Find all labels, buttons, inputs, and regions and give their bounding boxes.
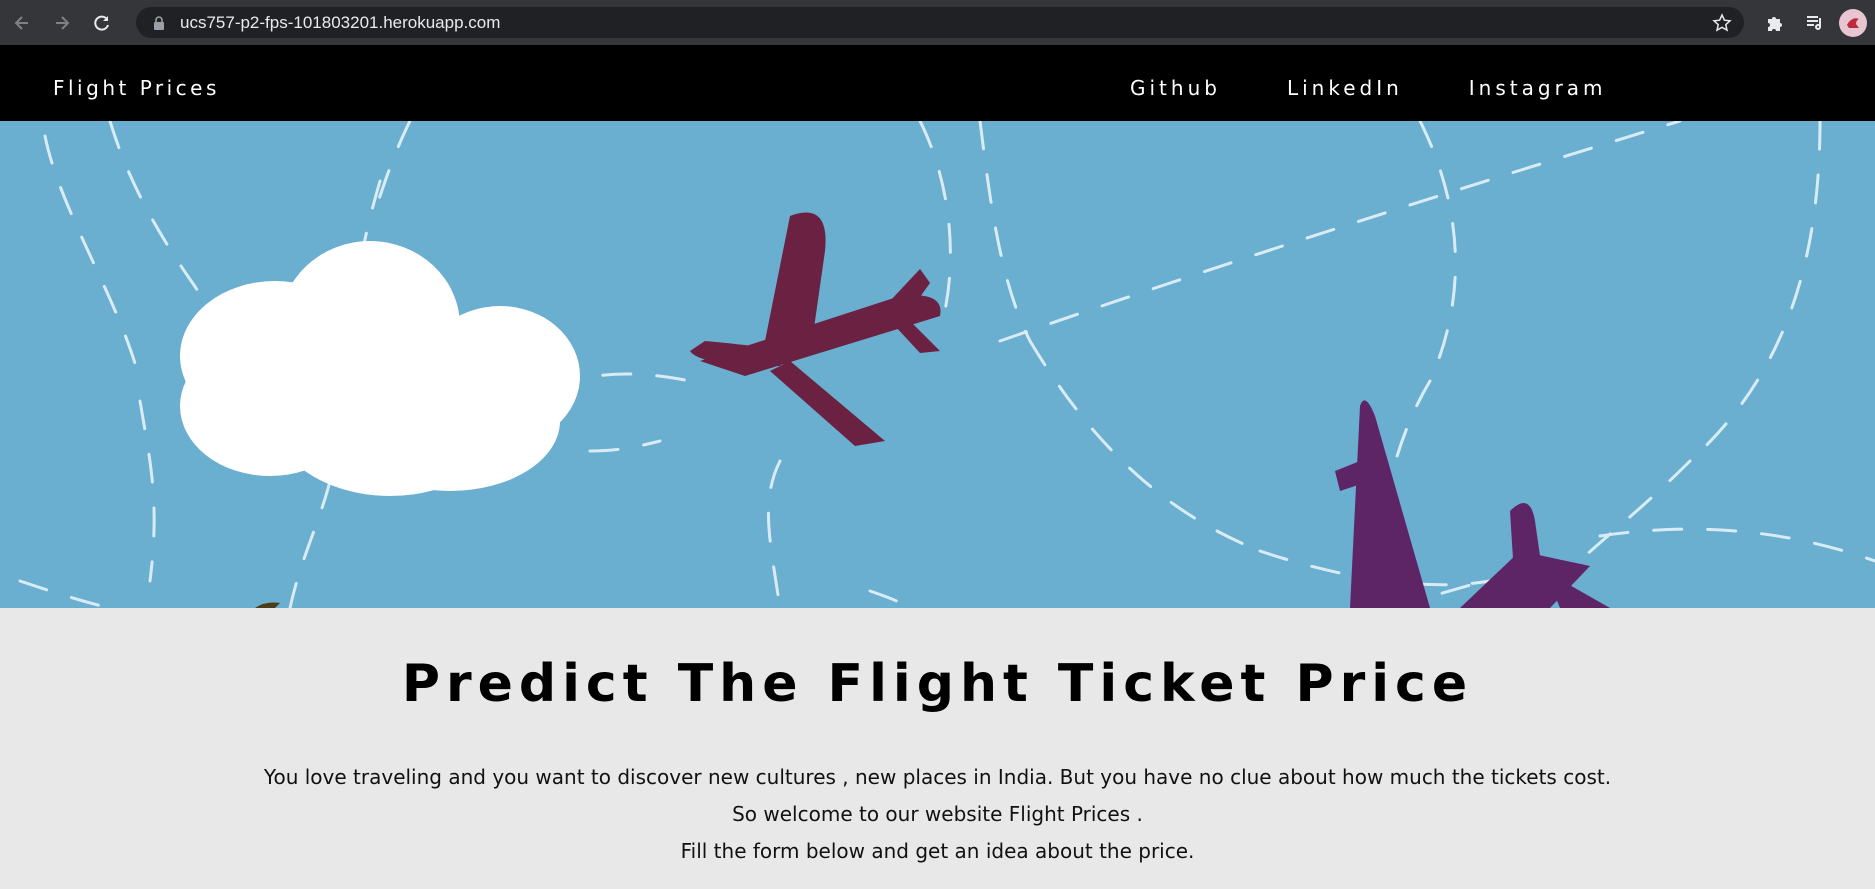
star-icon[interactable] [1712,13,1732,33]
intro-paragraph: You love traveling and you want to disco… [263,765,1612,789]
hero-illustration [0,121,1875,608]
brand-link[interactable]: Flight Prices [53,45,220,121]
page-title: Predict The Flight Ticket Price [401,654,1474,714]
hero-banner [0,121,1875,608]
reload-icon [94,15,109,31]
profile-bird-icon [1847,17,1859,28]
extensions-button[interactable] [1755,3,1795,43]
instruction-paragraph: Fill the form below and get an idea abou… [680,839,1195,863]
avatar[interactable] [1839,8,1867,37]
main-content: Predict The Flight Ticket Price You love… [0,608,1875,889]
arrow-left-icon [14,15,28,30]
nav-link-instagram[interactable]: Instagram [1469,45,1607,121]
media-button[interactable] [1795,3,1835,43]
forward-button[interactable] [44,5,80,41]
reload-button[interactable] [84,5,120,41]
browser-toolbar: ucs757-p2-fps-101803201.herokuapp.com [0,0,1875,45]
lock-icon [154,15,164,30]
site-navbar: Flight Prices Github LinkedIn Instagram [0,45,1875,121]
nav-links: Github LinkedIn Instagram [1130,45,1673,121]
arrow-right-icon [56,15,70,30]
media-queue-icon [1807,15,1821,30]
back-button[interactable] [4,5,40,41]
address-bar[interactable]: ucs757-p2-fps-101803201.herokuapp.com [136,7,1744,38]
url-text[interactable]: ucs757-p2-fps-101803201.herokuapp.com [180,13,500,33]
nav-link-github[interactable]: Github [1130,45,1221,121]
welcome-paragraph: So welcome to our website Flight Prices … [732,802,1143,826]
nav-link-linkedin[interactable]: LinkedIn [1287,45,1403,121]
puzzle-icon [1768,16,1782,31]
